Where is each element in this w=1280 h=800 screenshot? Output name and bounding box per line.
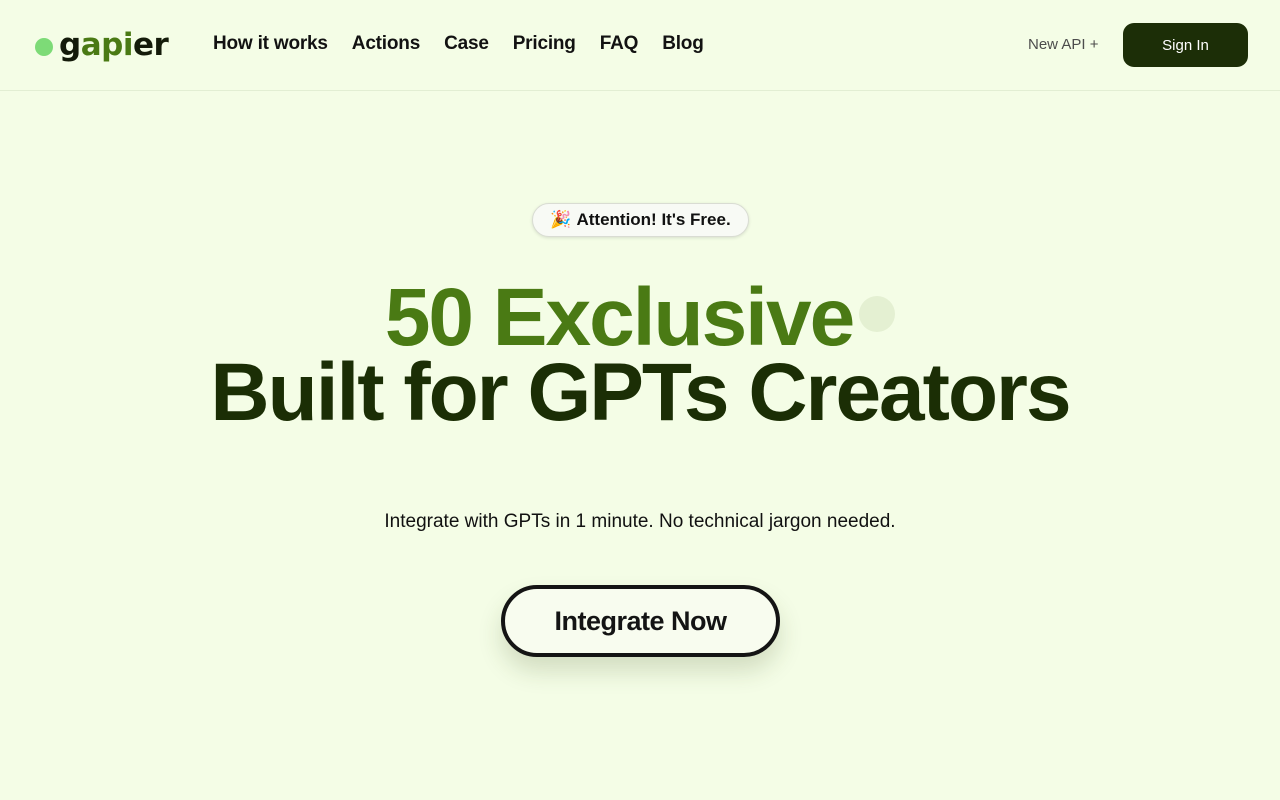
nav-actions[interactable]: Actions bbox=[352, 32, 420, 56]
integrate-now-button[interactable]: Integrate Now bbox=[501, 585, 780, 657]
nav-case[interactable]: Case bbox=[444, 32, 489, 56]
site-header: gapier How it works Actions Case Pricing… bbox=[0, 0, 1280, 91]
decorative-circle-icon bbox=[859, 296, 896, 333]
hero-headline: 50 Exclusive Built for GPTs Creators bbox=[0, 277, 1280, 438]
nav-faq[interactable]: FAQ bbox=[600, 32, 639, 56]
logo-wordmark: gapier bbox=[59, 27, 169, 63]
nav-blog[interactable]: Blog bbox=[662, 32, 704, 56]
free-attention-badge: 🎉 Attention! It's Free. bbox=[532, 203, 749, 237]
main-nav: How it works Actions Case Pricing FAQ Bl… bbox=[213, 32, 728, 56]
nav-pricing[interactable]: Pricing bbox=[513, 32, 576, 56]
badge-text: Attention! It's Free. bbox=[576, 210, 731, 229]
gapier-logo[interactable]: gapier bbox=[35, 27, 169, 63]
party-popper-icon: 🎉 bbox=[550, 210, 572, 230]
headline-line-1: 50 Exclusive bbox=[0, 277, 1280, 359]
sign-in-button[interactable]: Sign In bbox=[1123, 23, 1248, 67]
hero-subtitle: Integrate with GPTs in 1 minute. No tech… bbox=[384, 511, 896, 532]
nav-how-it-works[interactable]: How it works bbox=[213, 32, 328, 56]
headline-line-2: Built for GPTs Creators bbox=[210, 347, 1071, 438]
logo-dot-icon bbox=[35, 38, 53, 56]
new-api-link[interactable]: New API + bbox=[1028, 35, 1098, 55]
